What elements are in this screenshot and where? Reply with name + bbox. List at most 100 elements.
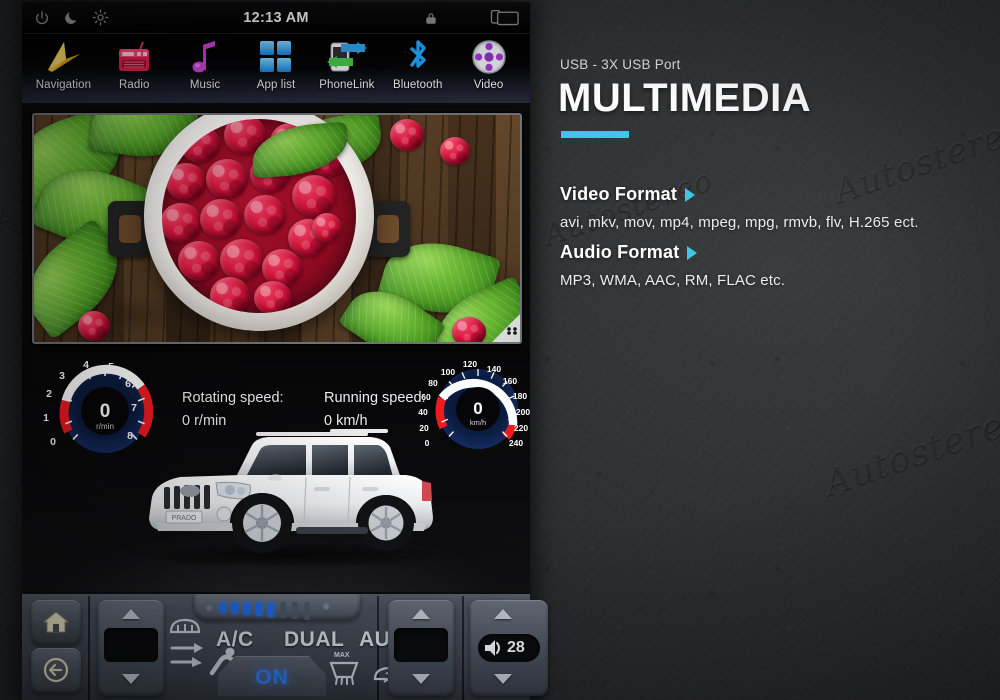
app-grid-icon — [241, 38, 312, 76]
driver-temp-display — [104, 628, 158, 662]
berry — [162, 203, 202, 243]
dock-item-radio[interactable]: Radio — [99, 38, 170, 91]
rotating-speed-caption: Rotating speed: — [182, 390, 284, 406]
ac-button[interactable]: A/C — [216, 628, 254, 652]
temp-down-icon[interactable] — [412, 674, 430, 684]
volume-control[interactable]: 28 — [470, 600, 548, 696]
dock-label: PhoneLink — [319, 79, 375, 91]
volume-up-icon[interactable] — [494, 609, 512, 619]
speaker-icon — [485, 640, 500, 656]
fan-high-icon: ✺ — [322, 602, 331, 613]
volume-down-icon[interactable] — [494, 674, 512, 684]
volume-display: 28 — [478, 634, 540, 662]
lock-icon[interactable] — [424, 11, 438, 26]
svg-text:200: 200 — [516, 407, 530, 417]
vehicle-dashboard: 0 1 2 3 4 5 6 7 8 0 r/min Rotating speed… — [22, 347, 530, 592]
audio-format-heading: Audio Format — [560, 242, 698, 263]
dock-item-bluetooth[interactable]: Bluetooth — [382, 38, 453, 91]
back-button[interactable] — [31, 648, 81, 693]
air-recirculate-icon[interactable] — [170, 640, 204, 670]
svg-text:0: 0 — [100, 401, 111, 422]
play-triangle-icon — [685, 187, 696, 202]
home-button[interactable] — [31, 600, 81, 645]
berry — [166, 163, 206, 201]
fan-segment — [256, 602, 262, 616]
berry — [254, 281, 292, 313]
berry — [180, 125, 220, 163]
rear-defrost-icon[interactable] — [328, 660, 360, 686]
dock-label: Bluetooth — [392, 79, 443, 91]
temp-up-icon[interactable] — [122, 609, 140, 619]
music-note-icon — [170, 38, 241, 76]
audio-format-list: MP3, WMA, AAC, RM, FLAC etc. — [560, 272, 786, 289]
fan-low-icon — [206, 605, 212, 611]
navigation-arrow-icon — [28, 38, 99, 76]
passenger-temp-control[interactable] — [388, 600, 454, 696]
fan-speed-indicator[interactable]: ✺ — [194, 594, 360, 620]
video-reel-icon — [453, 38, 524, 76]
radio-icon — [99, 38, 170, 76]
fan-segment — [220, 602, 226, 613]
svg-text:240: 240 — [509, 438, 523, 448]
berry — [390, 119, 424, 151]
volume-value: 28 — [507, 639, 525, 656]
passenger-temp-display — [394, 628, 448, 662]
berry — [78, 311, 110, 341]
berry — [292, 175, 336, 217]
front-defrost-icon[interactable] — [168, 616, 202, 640]
berry — [200, 199, 242, 239]
svg-text:4: 4 — [83, 359, 89, 371]
video-format-heading: Video Format — [560, 184, 696, 205]
svg-text:220: 220 — [514, 423, 528, 433]
dock-label: App list — [256, 79, 296, 91]
car-head-unit: 12:13 AM Navigation Radio Music App list… — [22, 2, 548, 700]
svg-text:1: 1 — [43, 412, 49, 424]
dock-label: Navigation — [35, 79, 92, 91]
berry — [244, 195, 286, 235]
dual-button[interactable]: DUAL — [284, 628, 344, 652]
resize-handle[interactable] — [492, 314, 520, 342]
fan-segment — [292, 602, 298, 619]
svg-text:0: 0 — [50, 436, 56, 448]
recent-apps-icon[interactable] — [490, 9, 520, 27]
dock-item-video[interactable]: Video — [453, 38, 524, 91]
dock-item-app-list[interactable]: App list — [241, 38, 312, 91]
play-triangle-icon — [687, 245, 698, 260]
fan-segment — [244, 602, 250, 615]
dock-label: Radio — [119, 79, 150, 91]
driver-temp-control[interactable] — [98, 600, 164, 696]
fan-segment — [268, 602, 274, 617]
dock-item-music[interactable]: Music — [170, 38, 241, 91]
running-speed-caption: Running speed: — [324, 390, 426, 406]
temp-up-icon[interactable] — [412, 609, 430, 619]
climate-control-bar: ✺ A/C DUAL AUTO ON — [22, 592, 548, 700]
svg-text:60: 60 — [421, 392, 431, 402]
dock-item-navigation[interactable]: Navigation — [28, 38, 99, 91]
bluetooth-icon — [382, 38, 453, 76]
berry — [178, 241, 220, 281]
berry — [210, 277, 250, 313]
accent-bar — [561, 131, 629, 138]
svg-text:140: 140 — [487, 364, 501, 374]
svg-text:8: 8 — [127, 430, 133, 442]
svg-text:80: 80 — [428, 378, 438, 388]
video-format-label: Video Format — [560, 184, 678, 204]
svg-text:40: 40 — [418, 407, 428, 417]
temp-down-icon[interactable] — [122, 674, 140, 684]
info-panel: USB - 3X USB Port MULTIMEDIA Video Forma… — [558, 0, 1000, 700]
app-dock: Navigation Radio Music App list PhoneLin… — [22, 34, 530, 103]
panel-headline: MULTIMEDIA — [558, 76, 812, 120]
svg-text:0: 0 — [473, 399, 482, 418]
video-playback-window[interactable] — [32, 113, 522, 344]
svg-text:6: 6 — [125, 378, 131, 390]
berry — [452, 317, 486, 342]
dock-item-phonelink[interactable]: PhoneLink — [311, 38, 382, 91]
svg-text:7: 7 — [131, 402, 137, 414]
video-format-list: avi, mkv, mov, mp4, mpeg, mpg, rmvb, flv… — [560, 214, 919, 231]
svg-text:2: 2 — [46, 388, 52, 400]
panel-divider — [88, 596, 90, 700]
panel-divider — [462, 596, 464, 700]
vehicle-illustration: PRADO — [134, 419, 444, 569]
climate-power-state[interactable]: ON — [218, 666, 326, 690]
berry — [220, 239, 264, 281]
